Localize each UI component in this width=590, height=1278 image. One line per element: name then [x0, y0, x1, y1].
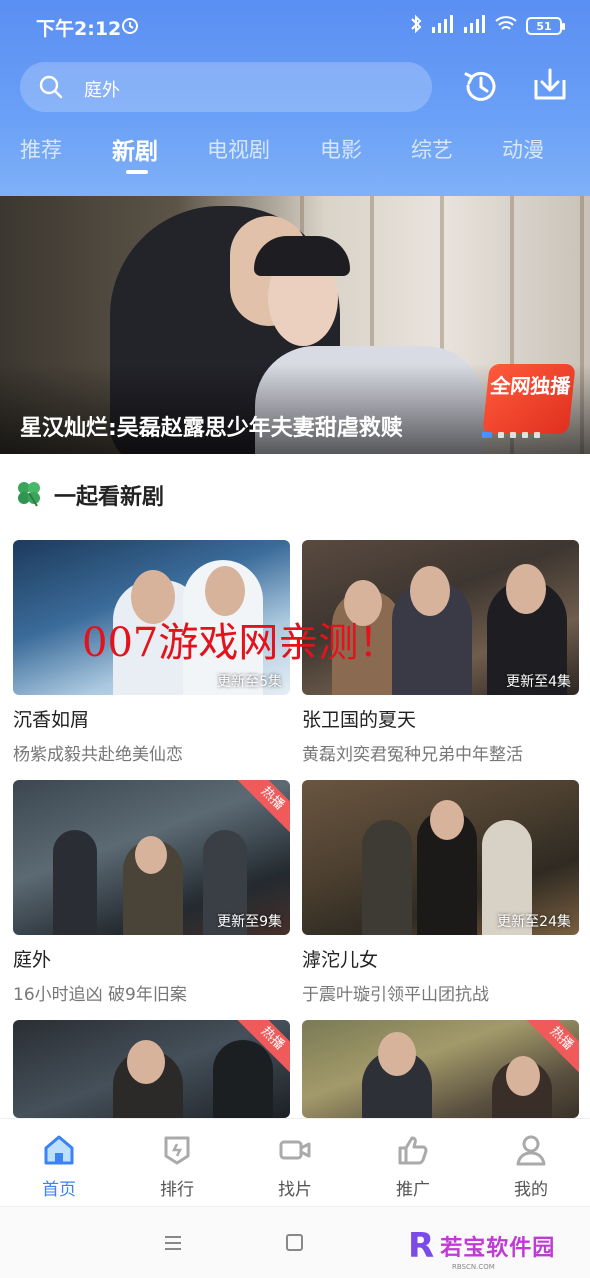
tab-anime[interactable]: 动漫	[502, 134, 544, 164]
drama-card[interactable]: 热播	[13, 1020, 290, 1118]
site-logo: R 若宝软件园 RBSCN.COM	[408, 1226, 556, 1271]
nav-label: 我的	[514, 1180, 548, 1200]
search-query: 庭外	[84, 80, 120, 101]
nav-label: 首页	[42, 1180, 76, 1200]
search-input[interactable]: 庭外	[20, 62, 432, 112]
home-icon	[42, 1133, 76, 1171]
person-icon	[514, 1133, 548, 1171]
episode-badge: 更新至24集	[497, 914, 571, 930]
drama-poster: 更新至24集	[302, 780, 579, 935]
poster-face	[410, 566, 450, 616]
drama-poster: 热播	[302, 1020, 579, 1118]
drama-description: 于震叶璇引领平山团抗战	[302, 985, 489, 1005]
nav-find[interactable]: 找片	[236, 1119, 354, 1207]
drama-description: 16小时追凶 破9年旧案	[13, 985, 187, 1005]
drama-title: 滹沱儿女	[302, 949, 379, 971]
history-button[interactable]	[460, 66, 504, 110]
nav-label: 推广	[396, 1180, 430, 1200]
download-button[interactable]	[530, 66, 574, 110]
watermark-text: 007游戏网亲测！	[82, 620, 399, 666]
wifi-icon	[494, 15, 518, 37]
nav-label: 排行	[160, 1180, 194, 1200]
nav-label: 找片	[278, 1180, 312, 1200]
category-tabs: 推荐 新剧 电视剧 电影 综艺 动漫	[0, 134, 590, 178]
app-screen: { "status": { "time": "下午2:12", "battery…	[0, 0, 590, 1278]
pagination-dot	[510, 432, 516, 438]
banner-figure-2-hair	[254, 236, 350, 276]
drama-title: 庭外	[13, 949, 52, 971]
nav-ranking[interactable]: 排行	[118, 1119, 236, 1207]
tab-recommend[interactable]: 推荐	[20, 134, 62, 164]
ranking-icon	[160, 1133, 194, 1171]
history-icon	[464, 71, 496, 101]
signal-icon-2	[462, 15, 486, 37]
drama-title: 张卫国的夏天	[302, 709, 417, 731]
drama-title: 沉香如屑	[13, 709, 90, 731]
drama-poster: 热播 更新至9集	[13, 780, 290, 935]
poster-figure	[213, 1040, 273, 1118]
poster-face	[506, 1056, 540, 1096]
nav-mine[interactable]: 我的	[472, 1119, 590, 1207]
banner-pagination	[482, 432, 540, 438]
episode-badge: 更新至4集	[506, 674, 571, 690]
bluetooth-icon	[410, 14, 422, 38]
status-time: 下午2:12	[36, 18, 122, 40]
clover-icon	[14, 478, 44, 512]
poster-figure	[362, 820, 412, 935]
tab-movies[interactable]: 电影	[320, 134, 362, 164]
home-button[interactable]	[286, 1234, 303, 1251]
poster-face	[430, 800, 464, 840]
logo-mark-icon: R	[408, 1226, 435, 1266]
tab-new-drama[interactable]: 新剧	[112, 132, 158, 166]
pagination-dot	[522, 432, 528, 438]
poster-face	[135, 836, 167, 874]
episode-badge: 更新至9集	[217, 914, 282, 930]
episode-badge: 更新至5集	[217, 674, 282, 690]
banner-title: 星汉灿烂:吴磊赵露思少年夫妻甜虐救赎	[20, 416, 403, 441]
banner-badge: 全网独播	[482, 364, 576, 434]
active-tab-indicator	[126, 170, 148, 174]
poster-figure	[53, 830, 97, 935]
status-icons: 51	[410, 14, 565, 38]
drama-poster: 热播	[13, 1020, 290, 1118]
video-camera-icon	[278, 1133, 312, 1171]
drama-card[interactable]: 热播	[302, 1020, 579, 1118]
pagination-dot	[482, 432, 492, 438]
section-title: 一起看新剧	[54, 485, 165, 510]
tab-variety[interactable]: 综艺	[411, 134, 453, 164]
nav-home[interactable]: 首页	[0, 1119, 118, 1207]
drama-description: 杨紫成毅共赴绝美仙恋	[13, 745, 183, 765]
poster-face	[205, 566, 245, 616]
poster-face	[127, 1040, 165, 1084]
section-header: 一起看新剧	[14, 478, 164, 512]
poster-face	[378, 1032, 416, 1076]
nav-promote[interactable]: 推广	[354, 1119, 472, 1207]
status-bar: 下午2:12 51	[0, 0, 590, 54]
thumbs-up-icon	[396, 1133, 430, 1171]
drama-description: 黄磊刘奕君冤种兄弟中年整活	[302, 745, 523, 765]
drama-card[interactable]: 热播 更新至9集 庭外 16小时追凶 破9年旧案	[13, 780, 290, 1005]
tab-tv-series[interactable]: 电视剧	[207, 134, 270, 164]
bottom-nav: 首页 排行 找片 推广 我的	[0, 1118, 590, 1206]
poster-face	[506, 564, 546, 614]
drama-card[interactable]: 更新至24集 滹沱儿女 于震叶璇引领平山团抗战	[302, 780, 579, 1005]
menu-icon[interactable]	[164, 1235, 182, 1255]
header: 下午2:12 51 庭外 推荐 新剧 电视剧 电影 综艺 动漫	[0, 0, 590, 196]
signal-icon	[430, 15, 454, 37]
pagination-dot	[534, 432, 540, 438]
system-nav-bar: R 若宝软件园 RBSCN.COM	[0, 1206, 590, 1278]
logo-text: 若宝软件园	[440, 1236, 556, 1261]
hot-badge: 热播	[235, 780, 290, 836]
battery-indicator: 51	[526, 17, 565, 35]
download-icon	[534, 68, 566, 100]
alarm-icon	[120, 15, 140, 39]
pagination-dot	[498, 432, 504, 438]
logo-subtext: RBSCN.COM	[452, 1263, 495, 1271]
search-icon	[38, 74, 64, 104]
